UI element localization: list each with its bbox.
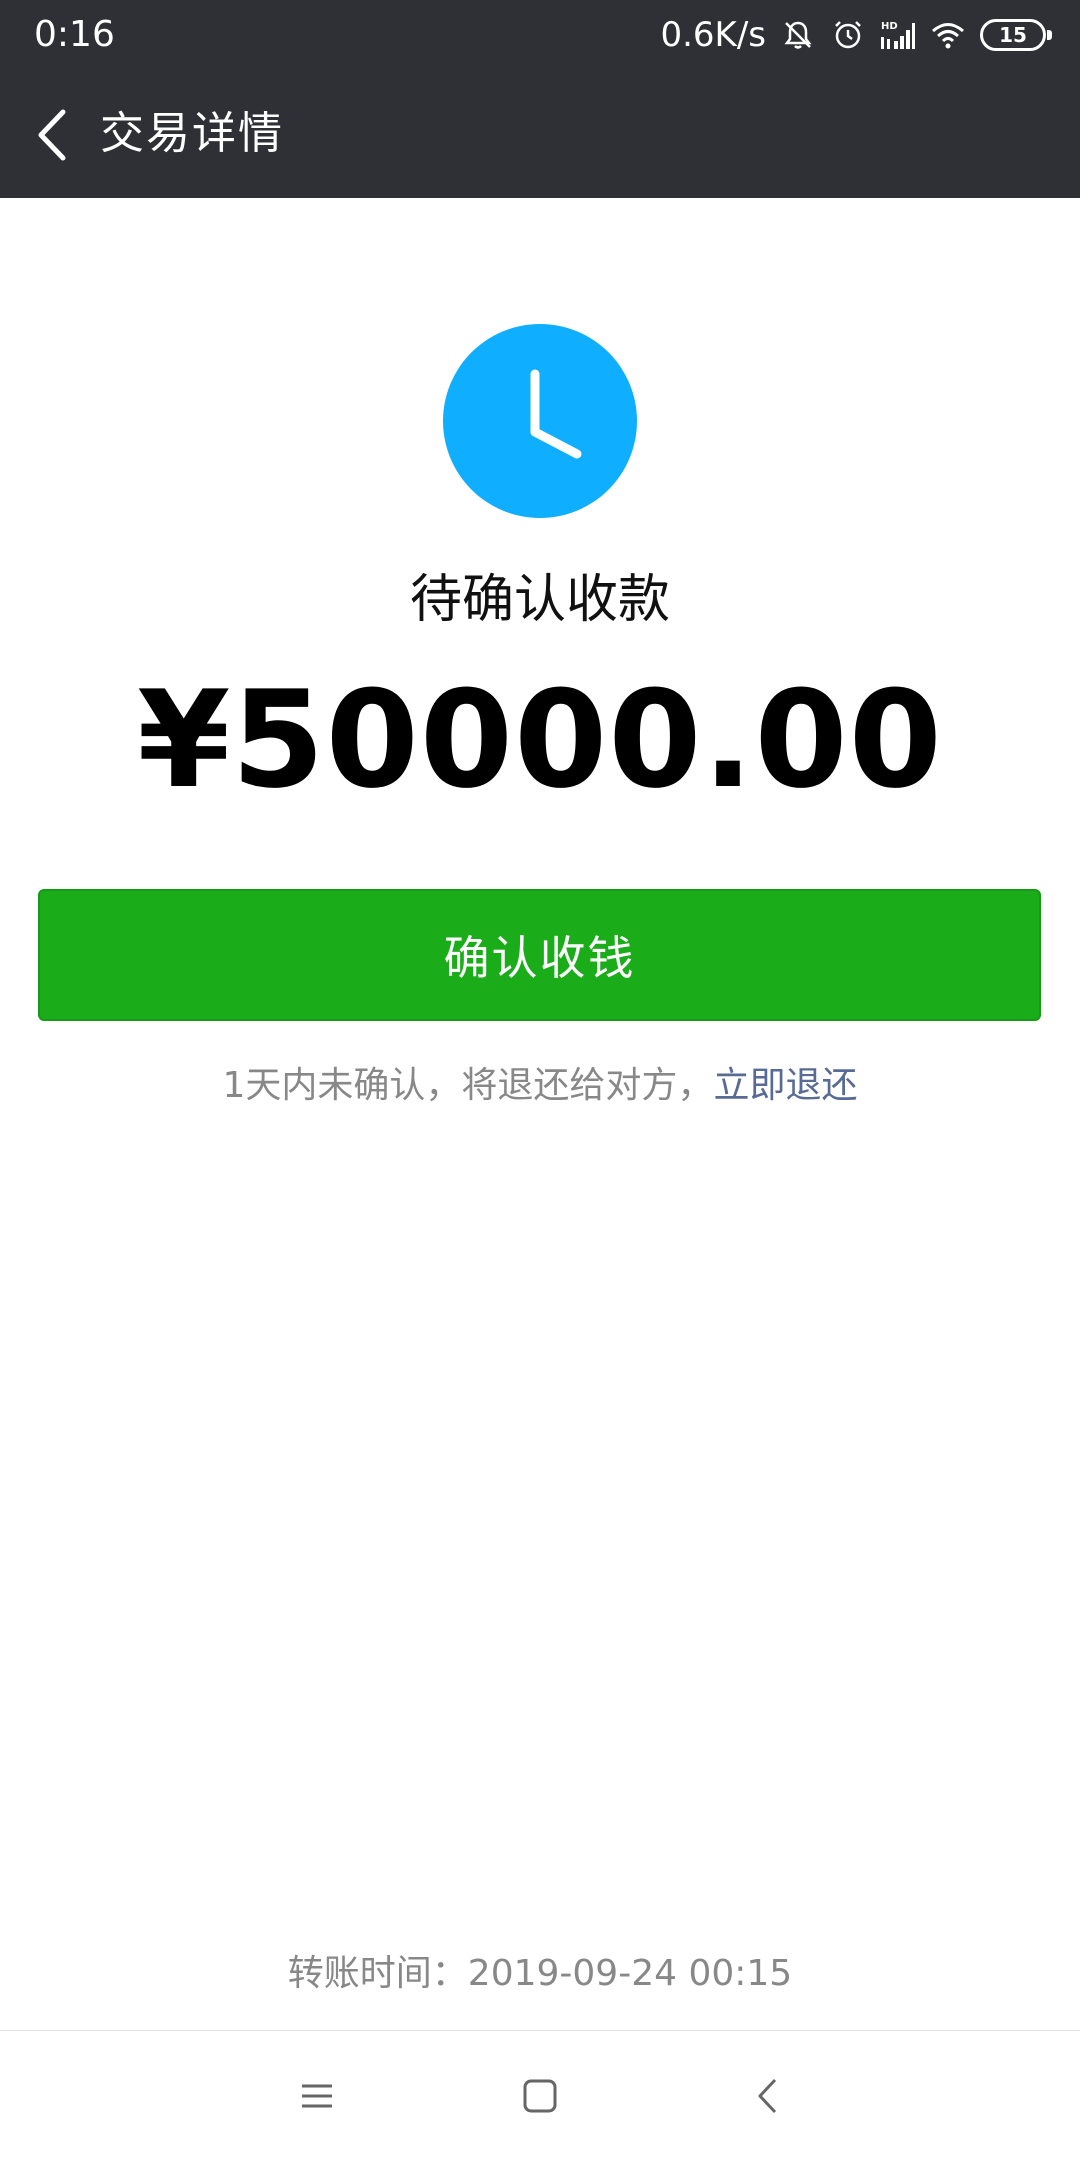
- refund-notice: 1天内未确认，将退还给对方，立即退还: [0, 1052, 1080, 1120]
- network-speed: 0.6K/s: [660, 15, 766, 55]
- confirm-receipt-button[interactable]: 确认收钱: [38, 889, 1041, 1021]
- page-title: 交易详情: [100, 108, 284, 159]
- alarm-icon: [835, 21, 861, 49]
- battery-level: 15: [999, 23, 1027, 47]
- refund-notice-text: 1天内未确认，将退还给对方，: [222, 1065, 714, 1106]
- wifi-icon: [932, 23, 964, 49]
- svg-text:HD: HD: [881, 21, 898, 32]
- home-icon: [523, 2079, 557, 2113]
- status-bar: 0:16 0.6K/s HD 15: [0, 0, 1080, 70]
- back-button[interactable]: [18, 100, 88, 170]
- chevron-left-icon: [38, 109, 66, 161]
- bell-muted-icon: [784, 21, 812, 49]
- hd-signal-icon: HD: [881, 21, 915, 49]
- menu-icon: [302, 2084, 332, 2108]
- clock-icon: [443, 324, 637, 518]
- system-back-button[interactable]: [737, 2066, 797, 2126]
- back-icon: [758, 2078, 777, 2114]
- transaction-amount: ¥50000.00: [137, 662, 943, 818]
- transfer-time: 转账时间：2019-09-24 00:15: [287, 1953, 793, 1994]
- menu-button[interactable]: [287, 2066, 347, 2126]
- status-icons: 0.6K/s HD 15: [660, 10, 1052, 60]
- battery-icon: 15: [980, 19, 1052, 51]
- nav-bar: 交易详情: [0, 70, 1080, 198]
- refund-now-link[interactable]: 立即退还: [713, 1065, 857, 1106]
- home-button[interactable]: [510, 2066, 570, 2126]
- transaction-status: 待确认收款: [409, 570, 670, 630]
- status-time: 0:16: [34, 14, 115, 55]
- system-nav-bar: [0, 2030, 1080, 2161]
